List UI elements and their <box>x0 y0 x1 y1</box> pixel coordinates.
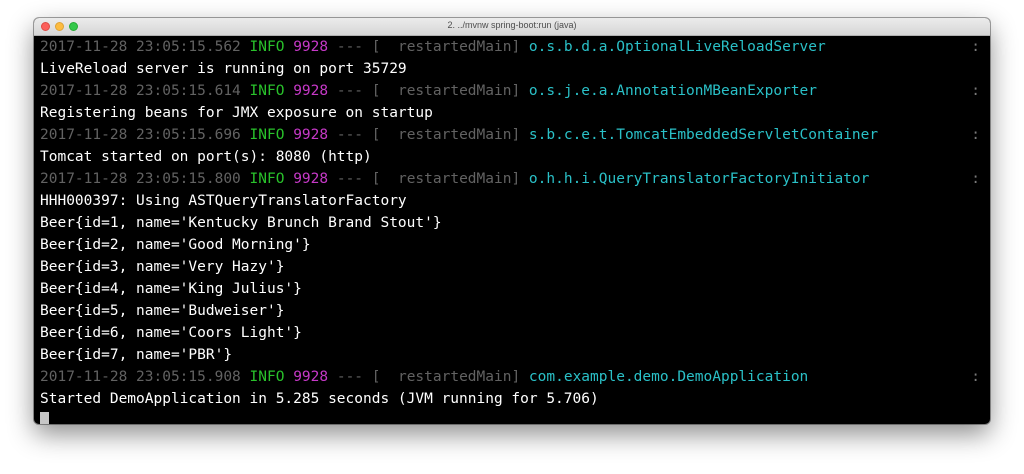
log-message: Beer{id=6, name='Coors Light'} <box>40 325 302 341</box>
terminal-output[interactable]: 2017-11-28 23:05:15.562 INFO 9928 --- [ … <box>34 36 990 424</box>
log-entry: 2017-11-28 23:05:15.908 INFO 9928 --- [ … <box>40 366 990 388</box>
log-colon: : <box>971 39 980 55</box>
log-timestamp: 2017-11-28 23:05:15.800 <box>40 171 241 187</box>
log-thread: [ restartedMain] <box>371 83 521 99</box>
log-level: INFO <box>249 83 285 99</box>
log-level: INFO <box>249 171 285 187</box>
log-thread: [ restartedMain] <box>371 127 521 143</box>
log-entry: 2017-11-28 23:05:15.562 INFO 9928 --- [ … <box>40 36 990 58</box>
log-timestamp: 2017-11-28 23:05:15.696 <box>40 127 241 143</box>
log-message: Beer{id=5, name='Budweiser'} <box>40 303 285 319</box>
log-message: Beer{id=7, name='PBR'} <box>40 347 233 363</box>
log-pid: 9928 <box>293 369 329 385</box>
log-entry: 2017-11-28 23:05:15.696 INFO 9928 --- [ … <box>40 124 990 146</box>
log-logger: com.example.demo.DemoApplication <box>528 369 809 385</box>
log-pid: 9928 <box>293 127 329 143</box>
log-message: Beer{id=2, name='Good Morning'} <box>40 237 311 253</box>
log-level: INFO <box>249 127 285 143</box>
log-logger: o.h.h.i.QueryTranslatorFactoryInitiator <box>528 171 870 187</box>
log-colon: : <box>971 127 980 143</box>
log-message: Registering beans for JMX exposure on st… <box>40 105 433 121</box>
log-timestamp: 2017-11-28 23:05:15.562 <box>40 39 241 55</box>
title-bar[interactable]: 2. ../mvnw spring-boot:run (java) <box>34 18 990 36</box>
log-entry: 2017-11-28 23:05:15.800 INFO 9928 --- [ … <box>40 168 990 190</box>
log-colon: : <box>971 369 980 385</box>
log-separator: --- <box>336 171 364 187</box>
terminal-window: 2. ../mvnw spring-boot:run (java) 2017-1… <box>34 18 990 424</box>
log-logger: o.s.j.e.a.AnnotationMBeanExporter <box>528 83 818 99</box>
log-separator: --- <box>336 83 364 99</box>
log-pid: 9928 <box>293 83 329 99</box>
log-thread: [ restartedMain] <box>371 39 521 55</box>
log-message: Beer{id=4, name='King Julius'} <box>40 281 302 297</box>
log-logger: s.b.c.e.t.TomcatEmbeddedServletContainer <box>528 127 879 143</box>
log-timestamp: 2017-11-28 23:05:15.614 <box>40 83 241 99</box>
log-entry: 2017-11-28 23:05:15.614 INFO 9928 --- [ … <box>40 80 990 102</box>
log-colon: : <box>971 171 980 187</box>
prompt-line <box>40 410 990 424</box>
log-message: LiveReload server is running on port 357… <box>40 61 407 77</box>
log-timestamp: 2017-11-28 23:05:15.908 <box>40 369 241 385</box>
log-separator: --- <box>336 369 364 385</box>
log-message: HHH000397: Using ASTQueryTranslatorFacto… <box>40 193 407 209</box>
log-message: Beer{id=1, name='Kentucky Brunch Brand S… <box>40 215 442 231</box>
log-message: Beer{id=3, name='Very Hazy'} <box>40 259 285 275</box>
terminal-cursor <box>40 411 49 424</box>
log-logger: o.s.b.d.a.OptionalLiveReloadServer <box>528 39 826 55</box>
log-message: Started DemoApplication in 5.285 seconds… <box>40 391 599 407</box>
log-separator: --- <box>336 39 364 55</box>
log-colon: : <box>971 83 980 99</box>
log-message: Tomcat started on port(s): 8080 (http) <box>40 149 372 165</box>
window-title: 2. ../mvnw spring-boot:run (java) <box>447 20 577 30</box>
log-pid: 9928 <box>293 39 329 55</box>
log-thread: [ restartedMain] <box>371 171 521 187</box>
log-level: INFO <box>249 369 285 385</box>
log-thread: [ restartedMain] <box>371 369 521 385</box>
log-level: INFO <box>249 39 285 55</box>
log-pid: 9928 <box>293 171 329 187</box>
log-separator: --- <box>336 127 364 143</box>
